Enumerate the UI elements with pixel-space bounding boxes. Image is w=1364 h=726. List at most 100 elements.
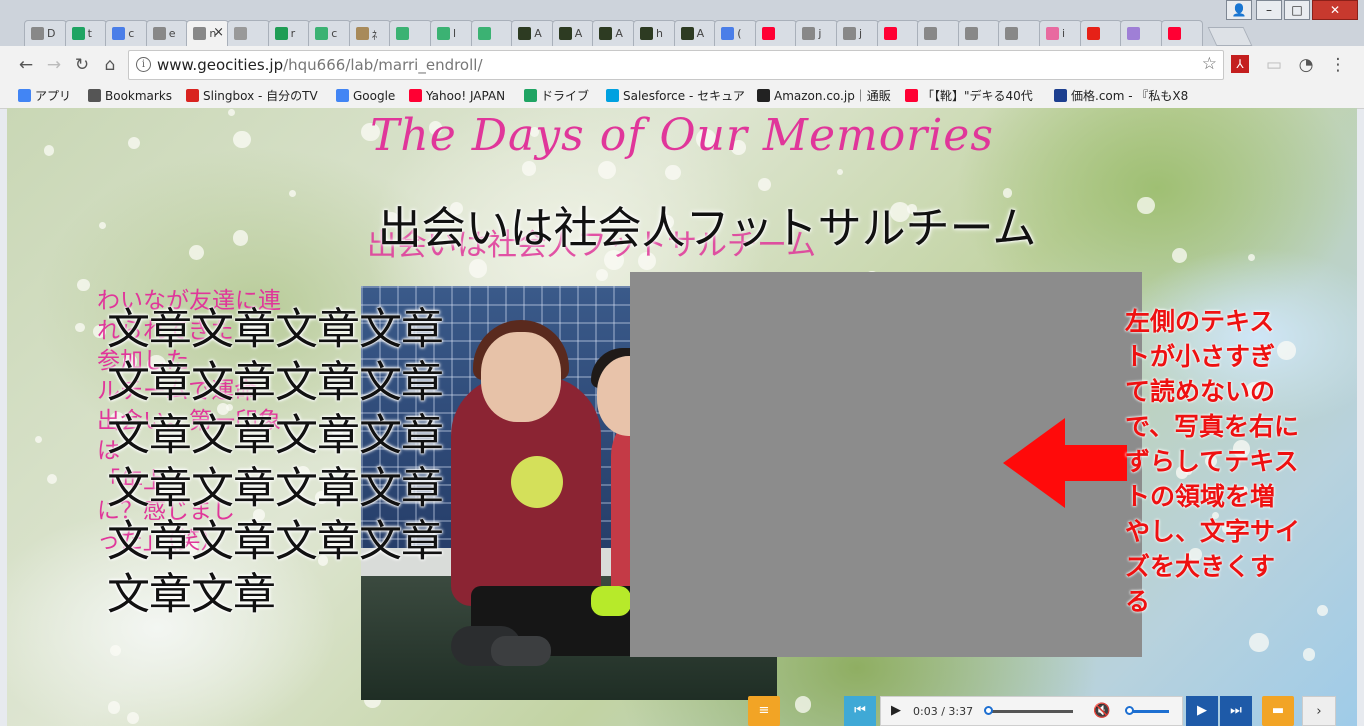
drive-icon	[71, 27, 85, 40]
browser-tab[interactable]: i	[1039, 20, 1082, 46]
browser-tab[interactable]: n ×	[186, 20, 229, 47]
bookmark-star-icon[interactable]: ☆	[1202, 54, 1217, 74]
play-icon[interactable]: ▶	[891, 703, 901, 718]
comment-icon[interactable]: ▬	[1262, 696, 1294, 726]
progress-track[interactable]	[984, 706, 1073, 715]
browser-tab[interactable]: t	[64, 20, 108, 46]
page-icon	[964, 27, 978, 40]
browser-tab[interactable]	[227, 20, 270, 46]
sheets-icon	[274, 27, 288, 40]
dark-app-icon	[518, 27, 532, 40]
google-icon	[336, 89, 349, 102]
flower-decoration	[126, 712, 139, 725]
audio-player: ▶ 0:03 / 3:37 🔇	[880, 696, 1183, 726]
previous-track-icon[interactable]: ⏮	[844, 696, 876, 726]
browser-tab[interactable]	[957, 20, 1001, 46]
close-tab-icon[interactable]: ×	[213, 25, 224, 40]
url-text[interactable]: www.geocities.jp/hqu666/lab/marri_endrol…	[157, 56, 483, 74]
playlist-icon[interactable]: ≡	[748, 696, 780, 726]
yahoo-icon	[1167, 27, 1181, 40]
browser-tab[interactable]: A	[592, 20, 635, 46]
maximize-button[interactable]: □	[1284, 0, 1310, 20]
address-bar[interactable]: i www.geocities.jp/hqu666/lab/marri_endr…	[128, 50, 1224, 80]
bookmark-item[interactable]: Yahoo! JAPAN	[409, 87, 505, 105]
bookmark-label: ドライブ	[541, 89, 590, 103]
url-domain: www.geocities.jp	[157, 56, 284, 74]
placeholder-text-line: 文章文章	[107, 570, 276, 620]
browser-tab[interactable]: A	[511, 20, 554, 46]
time-display: 0:03 / 3:37	[913, 705, 973, 718]
browser-tab[interactable]	[998, 20, 1041, 46]
browser-tab[interactable]: j	[795, 20, 838, 46]
kakaku-icon	[1054, 89, 1067, 102]
new-tab-button[interactable]	[1207, 27, 1253, 46]
flower-decoration	[76, 278, 90, 292]
browser-tab[interactable]	[1160, 20, 1204, 46]
menu-icon[interactable]: ⋮	[1328, 55, 1348, 75]
green-circle-icon	[477, 27, 491, 40]
bookmark-label: Google	[353, 89, 396, 103]
home-icon[interactable]: ⌂	[100, 55, 120, 75]
bookmark-item[interactable]: 「【靴】"デキる40代	[905, 87, 1033, 105]
mute-icon[interactable]: 🔇	[1093, 703, 1110, 719]
back-icon[interactable]: ←	[16, 55, 36, 75]
progress-knob[interactable]	[984, 706, 994, 715]
tab-label: h	[656, 27, 663, 40]
info-icon[interactable]: i	[136, 57, 151, 72]
browser-tab[interactable]	[389, 20, 432, 46]
browser-tab[interactable]: D	[24, 20, 67, 46]
reload-icon[interactable]: ↻	[72, 55, 92, 75]
tab-label: c	[128, 27, 135, 40]
browser-tab[interactable]: l	[430, 20, 473, 46]
page-icon	[193, 27, 207, 40]
next-track-icon[interactable]: ⏭	[1220, 696, 1252, 726]
minimize-button[interactable]: –	[1256, 0, 1282, 20]
bookmark-item[interactable]: アプリ	[18, 87, 71, 105]
browser-tab[interactable]: c	[105, 20, 148, 46]
play-button-icon[interactable]: ▶	[1186, 696, 1218, 726]
flower-decoration	[598, 160, 617, 179]
forward-icon[interactable]: →	[44, 55, 64, 75]
close-window-button[interactable]: ✕	[1312, 0, 1358, 20]
browser-tab[interactable]: e	[145, 20, 189, 46]
bookmark-item[interactable]: Amazon.co.jp｜通販	[757, 87, 891, 105]
page-heading: 出会いは社会人フットサルチーム	[377, 203, 1037, 254]
browser-tab[interactable]: A	[551, 20, 595, 46]
browser-tab[interactable]	[1120, 20, 1163, 46]
expand-arrow-icon[interactable]: ›	[1302, 696, 1336, 726]
browser-tab[interactable]	[754, 20, 798, 46]
volume-slider[interactable]	[1125, 706, 1169, 715]
page-icon	[924, 27, 938, 40]
browser-tab[interactable]: r	[267, 20, 311, 46]
bookmark-item[interactable]: Google	[336, 87, 395, 105]
pdf-extension-icon[interactable]: ⅄	[1231, 55, 1249, 73]
browser-tab[interactable]: j	[836, 20, 879, 46]
browser-tab[interactable]	[876, 20, 920, 46]
time-separator: /	[941, 705, 945, 718]
bookmark-item[interactable]: ドライブ	[524, 87, 589, 105]
placeholder-text-line: 文章文章文章文章	[107, 411, 444, 461]
script-title: The Days of Our Memories	[370, 110, 994, 161]
browser-tab[interactable]: h	[633, 20, 676, 46]
browser-tab[interactable]: (	[714, 20, 757, 46]
yahoo-icon	[905, 89, 918, 102]
bookmark-item[interactable]: 価格.com - 『私もX8	[1054, 87, 1188, 105]
browser-tab[interactable]	[917, 20, 960, 46]
tab-label: t	[87, 27, 92, 40]
placeholder-text-line: 文章文章文章文章	[107, 358, 444, 408]
browser-tab[interactable]: A	[673, 20, 717, 46]
browser-tab[interactable]: ﾈ	[348, 20, 392, 46]
browser-tab[interactable]	[1079, 20, 1123, 46]
yahoo-icon	[761, 27, 775, 40]
profile-button[interactable]: 👤	[1226, 0, 1252, 20]
bookmark-item[interactable]: Slingbox - 自分のTV	[186, 87, 318, 105]
browser-tab[interactable]	[470, 20, 514, 46]
color-wheel-extension-icon[interactable]: ◔	[1296, 55, 1316, 75]
browser-tab[interactable]: c	[308, 20, 351, 46]
cast-extension-icon[interactable]: ▭	[1264, 55, 1284, 75]
volume-knob[interactable]	[1125, 706, 1134, 715]
tab-label: D	[47, 27, 56, 40]
bookmark-item[interactable]: Bookmarks	[88, 87, 172, 105]
bookmark-item[interactable]: Salesforce - セキュア	[606, 87, 745, 105]
page-content: The Days of Our Memories 出会いは社会人フットサルチーム…	[7, 108, 1357, 726]
